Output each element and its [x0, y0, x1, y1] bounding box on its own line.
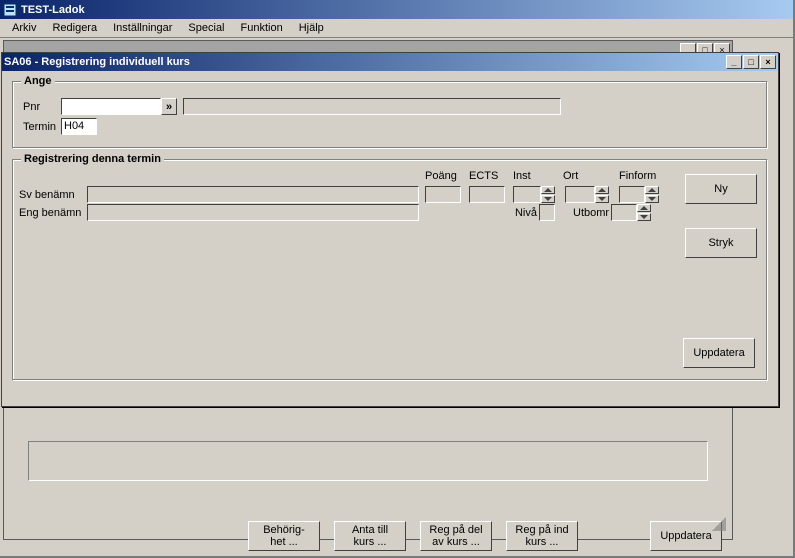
menu-funktion[interactable]: Funktion — [233, 21, 291, 35]
sa06-window: SA06 - Registrering individuell kurs _ □… — [1, 52, 779, 407]
ny-button[interactable]: Ny — [685, 174, 757, 204]
chevron-down-icon[interactable] — [541, 195, 555, 203]
menu-hjalp[interactable]: Hjälp — [291, 21, 332, 35]
ects-field[interactable] — [469, 186, 505, 203]
utbomr-label: Utbomr — [573, 207, 609, 219]
minimize-button[interactable]: _ — [726, 55, 742, 69]
col-finform: Finform — [619, 170, 669, 182]
sa06-titlebar[interactable]: SA06 - Registrering individuell kurs _ □… — [2, 53, 778, 71]
chevron-up-icon[interactable] — [595, 186, 609, 194]
anta-till-kurs-button[interactable]: Anta till kurs ... — [334, 521, 406, 551]
menu-arkiv[interactable]: Arkiv — [4, 21, 44, 35]
app-title: TEST-Ladok — [21, 4, 85, 16]
sv-benamn-label: Sv benämn — [19, 189, 87, 201]
group-ange-legend: Ange — [21, 75, 55, 87]
chevron-up-icon[interactable] — [645, 186, 659, 194]
name-display — [183, 98, 561, 115]
niva-field[interactable] — [539, 204, 555, 221]
app-titlebar: TEST-Ladok — [0, 0, 793, 19]
utbomr-stepper[interactable] — [637, 204, 651, 221]
col-inst: Inst — [513, 170, 563, 182]
ort-field[interactable] — [565, 186, 595, 203]
eng-benamn-label: Eng benämn — [19, 207, 87, 219]
menubar: Arkiv Redigera Inställningar Special Fun… — [0, 19, 793, 38]
pnr-label: Pnr — [23, 101, 61, 113]
behorighet-button[interactable]: Behörig- het ... — [248, 521, 320, 551]
group-reg-legend: Registrering denna termin — [21, 153, 164, 165]
sv-benamn-field[interactable] — [87, 186, 419, 203]
group-ange: Ange Pnr » Termin H04 — [12, 81, 768, 149]
resize-grip-icon[interactable] — [712, 517, 726, 531]
poang-field[interactable] — [425, 186, 461, 203]
termin-label: Termin — [23, 121, 61, 133]
reg-pa-del-av-kurs-button[interactable]: Reg på del av kurs ... — [420, 521, 492, 551]
pnr-input[interactable] — [61, 98, 161, 115]
chevron-up-icon[interactable] — [541, 186, 555, 194]
app-icon — [2, 2, 18, 18]
chevron-up-icon[interactable] — [637, 204, 651, 212]
finform-field[interactable] — [619, 186, 645, 203]
inst-field[interactable] — [513, 186, 541, 203]
col-ort: Ort — [563, 170, 619, 182]
niva-label: Nivå — [511, 207, 537, 219]
menu-installningar[interactable]: Inställningar — [105, 21, 180, 35]
pnr-lookup-button[interactable]: » — [161, 98, 177, 115]
eng-benamn-field[interactable] — [87, 204, 419, 221]
col-ects: ECTS — [469, 170, 513, 182]
col-poang: Poäng — [425, 170, 469, 182]
menu-special[interactable]: Special — [180, 21, 232, 35]
utbomr-field[interactable] — [611, 204, 637, 221]
uppdatera-button[interactable]: Uppdatera — [683, 338, 755, 368]
finform-stepper[interactable] — [645, 186, 659, 203]
reg-pa-ind-kurs-button[interactable]: Reg på ind kurs ... — [506, 521, 578, 551]
close-button[interactable]: × — [760, 55, 776, 69]
chevron-down-icon[interactable] — [595, 195, 609, 203]
message-area — [28, 441, 708, 481]
maximize-button[interactable]: □ — [743, 55, 759, 69]
menu-redigera[interactable]: Redigera — [44, 21, 105, 35]
group-registrering: Registrering denna termin Poäng ECTS Ins… — [12, 159, 768, 381]
inst-stepper[interactable] — [541, 186, 555, 203]
ort-stepper[interactable] — [595, 186, 609, 203]
stryk-button[interactable]: Stryk — [685, 228, 757, 258]
termin-input[interactable]: H04 — [61, 118, 97, 135]
sa06-title: SA06 - Registrering individuell kurs — [4, 56, 190, 68]
chevron-down-icon[interactable] — [645, 195, 659, 203]
bottom-button-row: Behörig- het ... Anta till kurs ... Reg … — [8, 518, 728, 554]
mdi-client: _ □ × Behörig- het ... Anta till kurs ..… — [3, 40, 788, 551]
chevron-down-icon[interactable] — [637, 213, 651, 221]
